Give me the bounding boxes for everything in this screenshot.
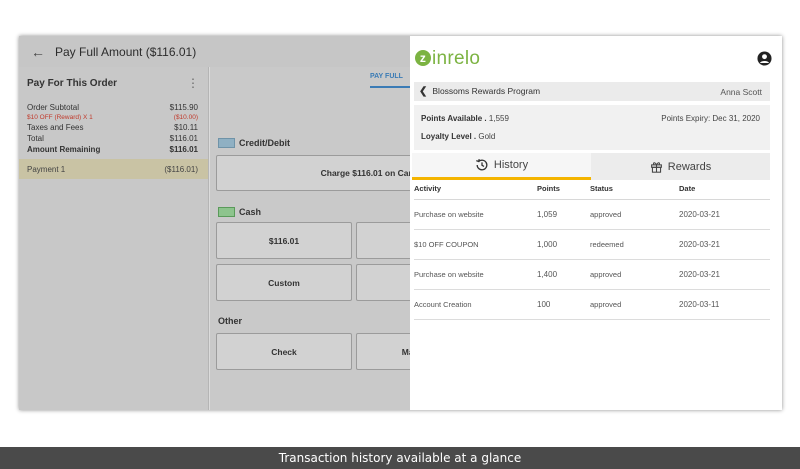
points-summary: Points Available . 1,559 Points Expiry: … [414,105,770,150]
back-arrow-icon[interactable]: ← [31,44,45,60]
credit-debit-section-label: Credit/Debit [218,138,290,148]
payment-row[interactable]: Payment 1 ($116.01) [19,159,208,179]
program-bar[interactable]: ❮ Blossoms Rewards Program Anna Scott [414,82,770,101]
zinrelo-logo: z inrelo [415,48,480,70]
summary-row: Order Subtotal $115.90 [27,103,198,112]
summary-row-remaining: Amount Remaining $116.01 [27,145,198,154]
custom-cash-button[interactable]: Custom [216,264,352,301]
pos-header-title: Pay Full Amount ($116.01) [55,44,197,59]
cash-section-label: Cash [218,207,261,217]
order-summary-header: Pay For This Order ⋮ [19,67,208,99]
order-summary-list: Order Subtotal $115.90 $10 OFF (Reward) X… [19,99,208,155]
widget-tabs: History Rewards [412,153,770,180]
caption-bar: Transaction history available at a glanc… [0,447,800,469]
tab-history[interactable]: History [412,153,591,180]
summary-row: Taxes and Fees $10.11 [27,123,198,132]
cash-icon [218,207,235,217]
points-expiry: Points Expiry: Dec 31, 2020 [661,114,760,123]
history-table-header: Activity Points Status Date [414,184,770,200]
tab-rewards[interactable]: Rewards [591,153,770,180]
charge-card-button[interactable]: Charge $116.01 on Card [216,155,426,191]
user-account-icon[interactable] [757,51,772,66]
order-summary-panel: Pay For This Order ⋮ Order Subtotal $115.… [19,67,209,410]
other-section-label: Other [218,316,243,326]
chevron-left-icon[interactable]: ❮ [419,86,427,97]
gift-icon [650,162,662,173]
check-button[interactable]: Check [216,333,352,370]
cash-exact-button[interactable]: $116.01 [216,222,352,259]
credit-card-icon [218,138,235,148]
table-row: Purchase on website 1,059 approved 2020-03-… [414,200,770,230]
caption-text: Transaction history available at a glanc… [278,451,522,465]
more-options-icon[interactable]: ⋮ [187,76,199,90]
payment-label: Payment 1 [27,164,66,174]
summary-row: Total $116.01 [27,134,198,143]
order-title: Pay For This Order [27,77,118,89]
member-name: Anna Scott [720,86,762,97]
program-name: Blossoms Rewards Program [432,86,541,96]
loyalty-widget: z inrelo ❮ Blossoms Rewards Program Anna S… [410,36,782,410]
payment-options-panel: PAY FULL Credit/Debit Charge $116.01 on … [210,67,426,410]
payment-value: ($116.01) [164,164,198,174]
history-icon [475,158,488,171]
points-available: Points Available . 1,559 [421,114,509,123]
loyalty-level: Loyalty Level . Gold [421,132,496,141]
table-row: Purchase on website 1,400 approved 2020-03-… [414,260,770,290]
tab-pay-full[interactable]: PAY FULL [370,73,410,88]
table-row: Account Creation 100 approved 2020-03-11 [414,290,770,320]
table-row: $10 OFF COUPON 1,000 redeemed 2020-03-21 [414,230,770,260]
app-frame: ← Pay Full Amount ($116.01) Pay For This… [19,36,782,410]
summary-row-reward: $10 OFF (Reward) X 1 ($10.00) [27,114,198,121]
